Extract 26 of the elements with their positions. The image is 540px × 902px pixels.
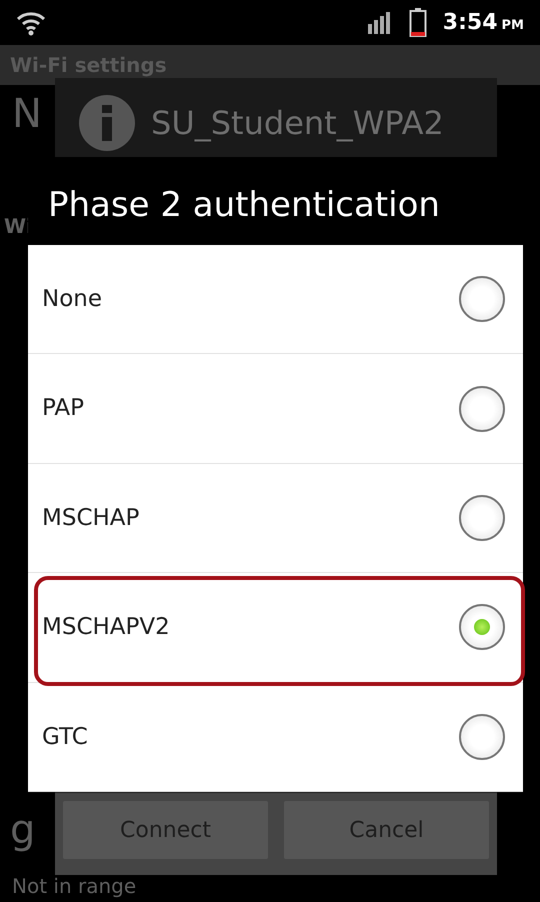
wifi-icon xyxy=(16,10,46,36)
list-item-title: g xyxy=(10,808,36,852)
option-label: None xyxy=(42,284,102,314)
option-label: MSCHAP xyxy=(42,504,140,533)
option-row[interactable]: GTC xyxy=(28,682,523,792)
clock-time: 3:54 xyxy=(442,9,498,37)
option-row[interactable]: None xyxy=(28,245,523,354)
signal-icon xyxy=(366,10,393,36)
option-row[interactable]: MSCHAP xyxy=(28,464,523,574)
list-item-title: N xyxy=(12,92,42,136)
option-label: MSCHAPV2 xyxy=(42,613,170,642)
radio-button[interactable] xyxy=(459,604,505,650)
picker-title: Phase 2 authentication xyxy=(28,157,523,245)
battery-icon xyxy=(408,8,427,38)
radio-button[interactable] xyxy=(459,276,505,322)
option-row[interactable]: PAP xyxy=(28,354,523,464)
clock-period: PM xyxy=(502,16,524,35)
subtitle-text: Not in range xyxy=(12,875,136,897)
option-row[interactable]: MSCHAPV2 xyxy=(28,573,523,683)
option-label: GTC xyxy=(42,722,88,752)
radio-button[interactable] xyxy=(459,386,505,432)
option-label: PAP xyxy=(42,394,84,424)
radio-button[interactable] xyxy=(459,714,505,760)
radio-button[interactable] xyxy=(459,494,505,541)
info-icon xyxy=(79,95,135,151)
dialog-title: SU_Student_WPA2 xyxy=(151,103,444,144)
